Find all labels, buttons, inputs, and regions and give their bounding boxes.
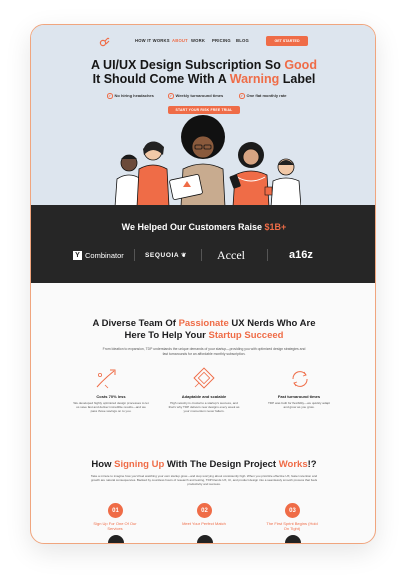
step-number: 03 [285,503,300,518]
process-description: Take a minute to imagine how you'd feel … [90,474,318,486]
hero-title-line2: It Should Come With A Warning Label [92,72,316,86]
investors-section [31,205,375,283]
check-icon: ✓ [107,93,113,99]
step-number: 02 [197,503,212,518]
check-icon: ✓ [168,93,174,99]
y-logo-icon: Y [73,250,82,260]
feature-item: ✓ One flat monthly rate [239,93,287,99]
nav-pricing[interactable]: PRICING [212,38,231,43]
process-heading: How Signing Up With The Design Project W… [91,459,317,470]
browser-window: HOW IT WORKS ABOUT WORK PRICING BLOG GET… [30,24,376,544]
brand-accel: Accel [217,247,245,262]
step-label: The First Sprint Begins (Hold On Tight) [266,521,318,531]
hero-section: HOW IT WORKS ABOUT WORK PRICING BLOG GET… [31,25,375,207]
team-illustration [114,115,301,207]
divider [134,249,135,261]
nav-work[interactable]: WORK [191,38,205,43]
brand-sequoia: SEQUOIA ❦ [145,251,187,259]
benefit-title: Adaptable and scalable [181,394,227,399]
benefit-text: We developed highly optimized design pro… [73,401,149,414]
step-illustration [108,535,124,543]
logo-icon[interactable] [99,36,111,48]
nav-about[interactable]: ABOUT [172,38,188,43]
step-label: Sign Up For One Of Our Services [93,521,137,531]
start-trial-button[interactable]: START YOUR RISK FREE TRIAL [168,106,240,114]
benefit-title: Fast turnaround times [277,394,321,399]
top-nav: HOW IT WORKS ABOUT WORK PRICING BLOG GET… [31,35,375,49]
step-label: Meet Your Perfect Match [182,521,226,526]
team-heading-line1: A Diverse Team Of Passionate UX Nerds Wh… [92,318,316,329]
brand-ycombinator: Y Combinator [73,247,124,263]
nav-blog[interactable]: BLOG [236,38,249,43]
divider [267,249,268,261]
benefit-text: TDP was built for flexibility—we quickly… [267,401,330,410]
rocket-arrow-icon [96,369,116,389]
team-heading-line2: Here To Help Your Startup Succeed [124,330,284,341]
brand-a16z: a16z [289,249,313,261]
team-description: From Ideation to expansion, TDP understa… [102,347,306,356]
benefit-title: Costs 70% less [96,394,126,399]
get-started-button[interactable]: GET STARTED [266,36,308,46]
step-illustration [285,535,301,543]
divider [201,249,202,261]
feature-item: ✓ No hiring headaches [107,93,154,99]
investors-heading: We Helped Our Customers Raise $1B+ [121,222,287,232]
hero-title-line1: A UI/UX Design Subscription So Good [91,58,317,72]
step-illustration [197,535,213,543]
nav-how-it-works[interactable]: HOW IT WORKS [135,38,170,43]
step-number: 01 [108,503,123,518]
benefit-text: High velocity is crucial to a startup's … [168,401,240,414]
layers-icon [193,367,215,389]
feature-item: ✓ Weekly turnaround times [168,93,224,99]
hero-features: ✓ No hiring headaches ✓ Weekly turnaroun… [31,93,375,101]
check-icon: ✓ [239,93,245,99]
sequoia-leaf-icon: ❦ [181,252,187,259]
refresh-arrows-icon [292,371,308,387]
